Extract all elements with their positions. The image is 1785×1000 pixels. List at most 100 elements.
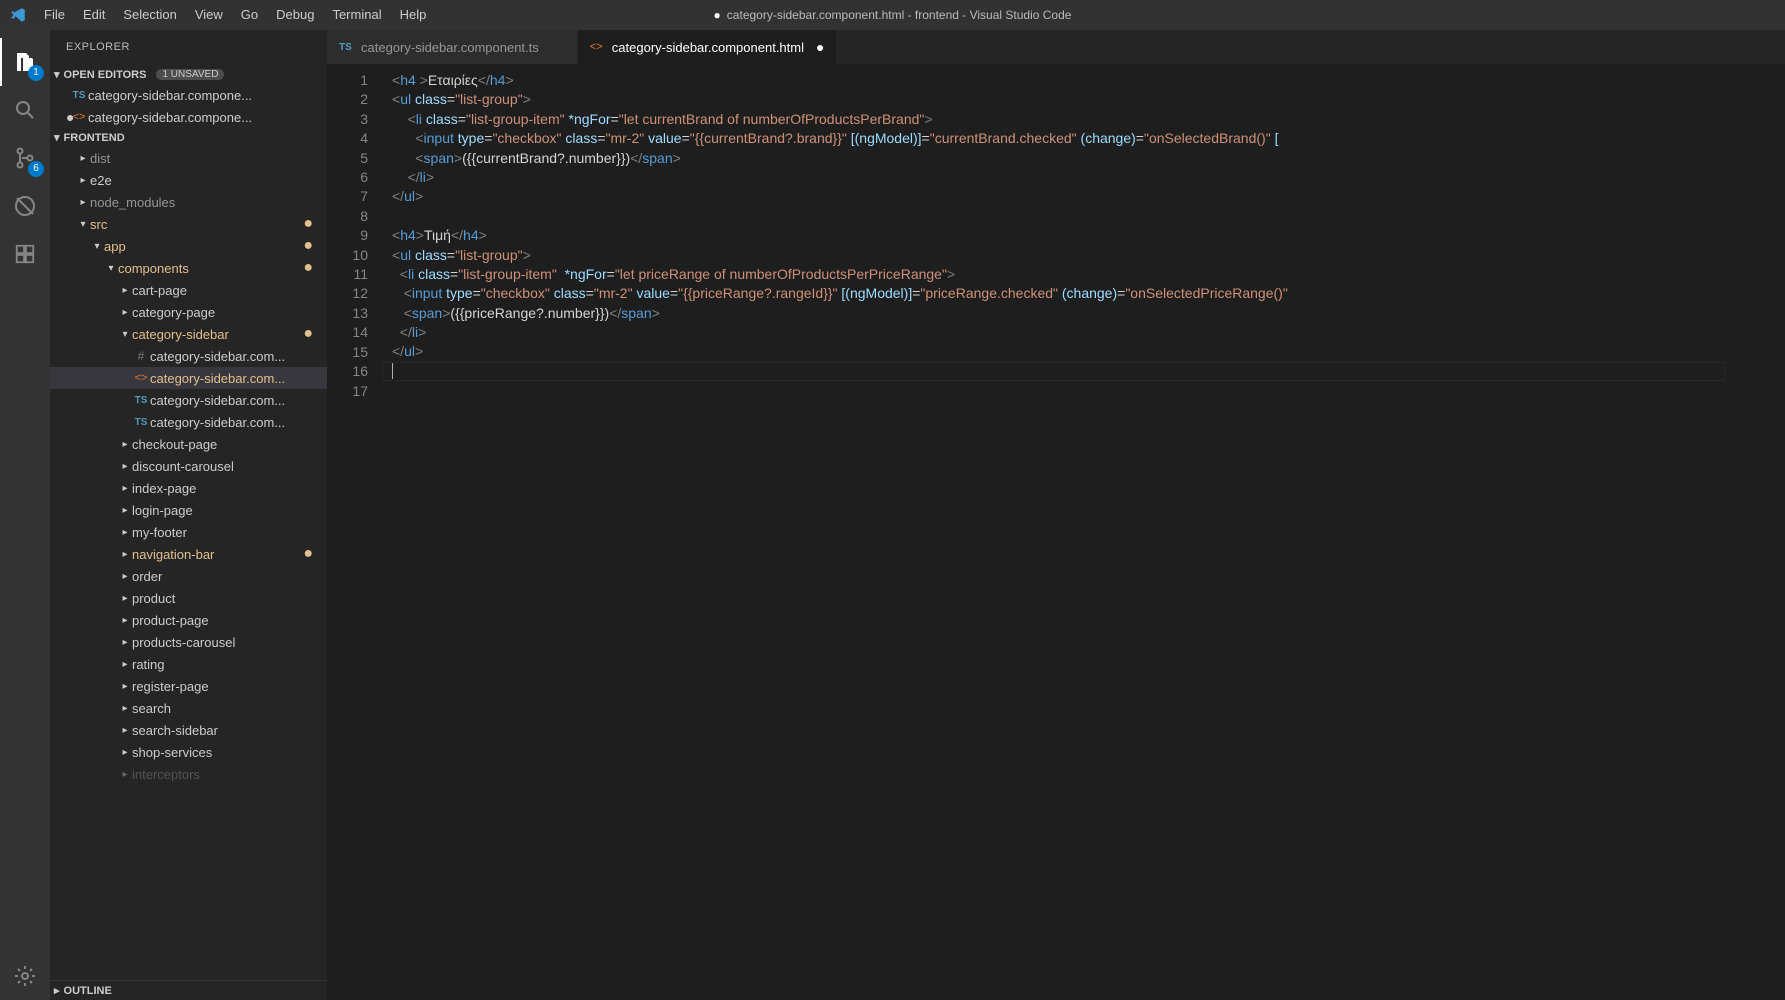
tree-label: my-footer	[132, 525, 187, 540]
menu-file[interactable]: File	[35, 0, 74, 30]
code-line[interactable]: <span>({{currentBrand?.number}})</span>	[392, 149, 1725, 168]
editor-group: TScategory-sidebar.component.ts<>categor…	[327, 30, 1785, 1000]
folder-item[interactable]: ▸e2e	[50, 169, 327, 191]
menu-help[interactable]: Help	[391, 0, 436, 30]
folder-item[interactable]: ▸product	[50, 587, 327, 609]
menu-terminal[interactable]: Terminal	[323, 0, 390, 30]
tree-label: category-sidebar.com...	[150, 349, 285, 364]
code-line[interactable]	[392, 207, 1725, 226]
chevron-right-icon: ▸	[118, 439, 132, 450]
folder-item[interactable]: ▸interceptors	[50, 763, 327, 785]
chevron-right-icon: ▸	[118, 747, 132, 758]
menu-selection[interactable]: Selection	[114, 0, 185, 30]
chevron-right-icon: ▸	[118, 307, 132, 318]
minimap[interactable]	[1725, 65, 1785, 1000]
code-line[interactable]: <ul class="list-group">	[392, 246, 1725, 265]
chevron-right-icon: ▸	[118, 593, 132, 604]
folder-item[interactable]: ▸index-page	[50, 477, 327, 499]
chevron-down-icon: ▾	[118, 329, 132, 340]
modified-dot-icon: ●	[303, 259, 321, 277]
folder-item[interactable]: ▾src●	[50, 213, 327, 235]
explorer-badge: 1	[28, 65, 44, 81]
file-item[interactable]: TScategory-sidebar.com...	[50, 389, 327, 411]
folder-item[interactable]: ▸navigation-bar●	[50, 543, 327, 565]
folder-item[interactable]: ▾app●	[50, 235, 327, 257]
tree-label: node_modules	[90, 195, 175, 210]
activity-debug[interactable]	[0, 182, 50, 230]
code-line[interactable]: <li class="list-group-item" *ngFor="let …	[392, 110, 1725, 129]
sidebar: EXPLORER ▾ OPEN EDITORS 1 UNSAVED TScate…	[50, 30, 327, 1000]
tab-category-sidebar-component-html[interactable]: <>category-sidebar.component.html●	[578, 30, 838, 64]
code-line[interactable]: </li>	[392, 168, 1725, 187]
code-line[interactable]: <input type="checkbox" class="mr-2" valu…	[392, 284, 1725, 303]
folder-item[interactable]: ▸register-page	[50, 675, 327, 697]
activity-explorer[interactable]: 1	[0, 38, 50, 86]
tree-label: shop-services	[132, 745, 212, 760]
tab-category-sidebar-component-ts[interactable]: TScategory-sidebar.component.ts	[327, 30, 578, 64]
folder-item[interactable]: ▸cart-page	[50, 279, 327, 301]
file-item[interactable]: #category-sidebar.com...	[50, 345, 327, 367]
folder-item[interactable]: ▸search	[50, 697, 327, 719]
modified-dot-icon: ●	[303, 215, 321, 233]
folder-item[interactable]: ▸products-carousel	[50, 631, 327, 653]
modified-dot-icon: ●	[303, 325, 321, 343]
folder-item[interactable]: ▾category-sidebar●	[50, 323, 327, 345]
folder-item[interactable]: ▸shop-services	[50, 741, 327, 763]
code-line[interactable]	[392, 381, 1725, 400]
folder-item[interactable]: ▸node_modules	[50, 191, 327, 213]
code-line[interactable]: <h4 >Εταιρίες</h4>	[392, 71, 1725, 90]
folder-item[interactable]: ▸product-page	[50, 609, 327, 631]
chevron-right-icon: ▸	[118, 703, 132, 714]
code-line[interactable]: <h4>Τιμή</h4>	[392, 226, 1725, 245]
code-editor[interactable]: <h4 >Εταιρίες</h4><ul class="list-group"…	[382, 65, 1725, 1000]
menu-go[interactable]: Go	[232, 0, 267, 30]
folder-item[interactable]: ▸dist	[50, 147, 327, 169]
menu-bar: FileEditSelectionViewGoDebugTerminalHelp	[35, 0, 435, 30]
chevron-right-icon: ▸	[118, 615, 132, 626]
activity-scm[interactable]: 6	[0, 134, 50, 182]
folder-item[interactable]: ▾components●	[50, 257, 327, 279]
folder-item[interactable]: ▸category-page	[50, 301, 327, 323]
file-item[interactable]: TScategory-sidebar.com...	[50, 411, 327, 433]
open-editors-header[interactable]: ▾ OPEN EDITORS 1 UNSAVED	[50, 65, 327, 84]
outline-header[interactable]: ▸ OUTLINE	[50, 980, 327, 1000]
file-icon: TS	[339, 42, 355, 53]
file-icon: TS	[70, 90, 88, 101]
code-line[interactable]: </ul>	[392, 187, 1725, 206]
chevron-down-icon: ▾	[104, 263, 118, 274]
activity-search[interactable]	[0, 86, 50, 134]
folder-item[interactable]: ▸search-sidebar	[50, 719, 327, 741]
chevron-right-icon: ▸	[118, 549, 132, 560]
folder-item[interactable]: ▸order	[50, 565, 327, 587]
file-item[interactable]: <>category-sidebar.com...	[50, 367, 327, 389]
code-line[interactable]	[392, 362, 1725, 381]
menu-edit[interactable]: Edit	[74, 0, 114, 30]
folder-item[interactable]: ▸discount-carousel	[50, 455, 327, 477]
activity-extensions[interactable]	[0, 230, 50, 278]
tree-label: checkout-page	[132, 437, 217, 452]
code-line[interactable]: <input type="checkbox" class="mr-2" valu…	[392, 129, 1725, 148]
tree-label: category-page	[132, 305, 215, 320]
folder-item[interactable]: ▸my-footer	[50, 521, 327, 543]
code-line[interactable]: </ul>	[392, 342, 1725, 361]
folder-item[interactable]: ▸checkout-page	[50, 433, 327, 455]
chevron-right-icon: ▸	[54, 984, 60, 997]
open-editor-item[interactable]: ●<>category-sidebar.compone...	[50, 106, 327, 128]
code-line[interactable]: </li>	[392, 323, 1725, 342]
code-line[interactable]: <li class="list-group-item" *ngFor="let …	[392, 265, 1725, 284]
activity-settings[interactable]	[0, 952, 50, 1000]
chevron-right-icon: ▸	[76, 175, 90, 186]
tree-label: product-page	[132, 613, 209, 628]
folder-item[interactable]: ▸rating	[50, 653, 327, 675]
folder-item[interactable]: ▸login-page	[50, 499, 327, 521]
chevron-right-icon: ▸	[118, 681, 132, 692]
tree-label: category-sidebar.com...	[150, 371, 285, 386]
code-line[interactable]: <ul class="list-group">	[392, 90, 1725, 109]
chevron-down-icon: ▾	[54, 131, 60, 144]
menu-view[interactable]: View	[186, 0, 232, 30]
open-editor-item[interactable]: TScategory-sidebar.compone...	[50, 84, 327, 106]
code-line[interactable]: <span>({{priceRange?.number}})</span>	[392, 304, 1725, 323]
menu-debug[interactable]: Debug	[267, 0, 323, 30]
project-header[interactable]: ▾ FRONTEND	[50, 128, 327, 147]
sidebar-header: EXPLORER	[50, 30, 327, 65]
